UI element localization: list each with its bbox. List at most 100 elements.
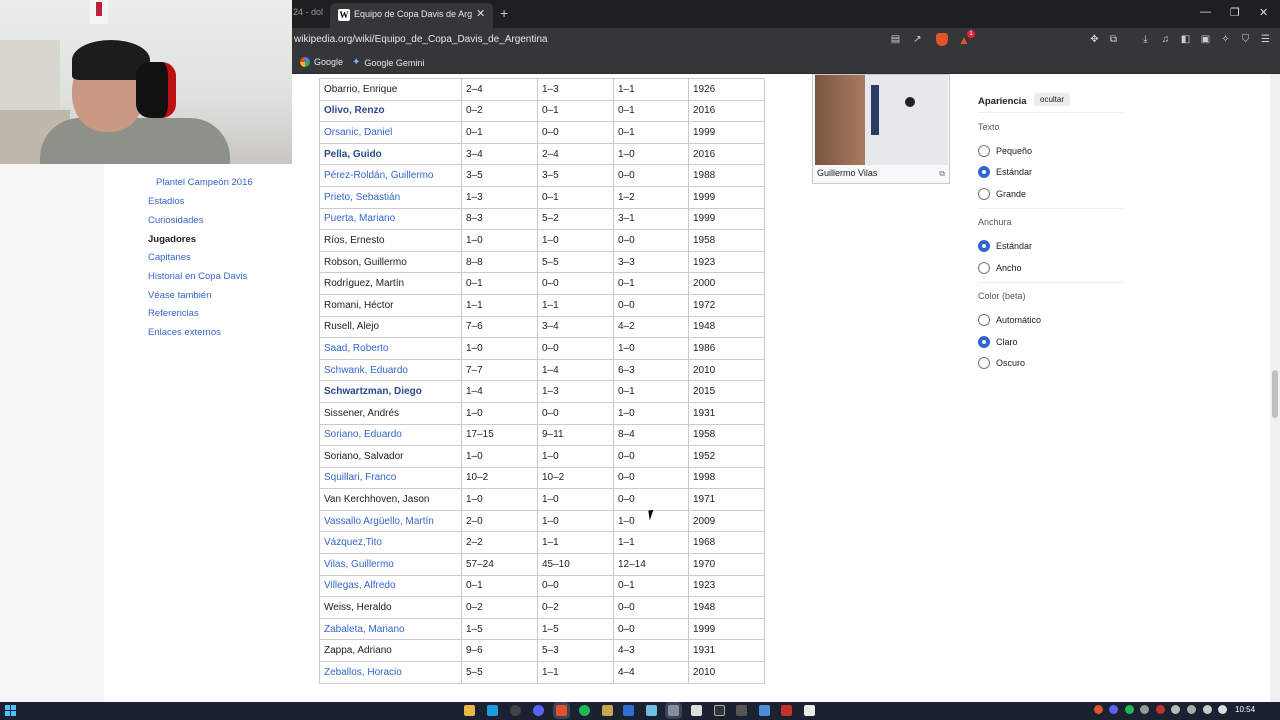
- radio-width-standard[interactable]: Estándar: [978, 240, 1032, 252]
- player-name[interactable]: Villegas, Alfredo: [324, 580, 396, 591]
- tray-discord-icon[interactable]: [1109, 705, 1118, 714]
- player-name[interactable]: Zeballos, Horacio: [324, 667, 402, 678]
- tray-icon[interactable]: [1171, 705, 1180, 714]
- tray-icon[interactable]: [1094, 705, 1103, 714]
- bookmark-google[interactable]: Google: [300, 57, 343, 67]
- toc-item[interactable]: Enlaces externos: [148, 327, 221, 338]
- maximize-icon[interactable]: ❐: [1230, 6, 1240, 19]
- player-name[interactable]: Zabaleta, Mariano: [324, 624, 405, 635]
- player-name[interactable]: Schwartzman, Diego: [324, 386, 422, 397]
- radio-text-small[interactable]: Pequeño: [978, 145, 1032, 157]
- wallet-icon[interactable]: ▣: [1199, 33, 1212, 46]
- player-name[interactable]: Schwank, Eduardo: [324, 365, 408, 376]
- vpn-icon[interactable]: ⛉: [1239, 33, 1252, 46]
- microphone-icon[interactable]: [1187, 705, 1196, 714]
- tray-icon[interactable]: [1140, 705, 1149, 714]
- radio-color-light[interactable]: Claro: [978, 336, 1018, 348]
- snipping-icon[interactable]: [691, 705, 702, 716]
- radio-label: Automático: [996, 315, 1042, 325]
- toc-item[interactable]: Historial en Copa Davis: [148, 271, 247, 282]
- enlarge-icon[interactable]: ⧉: [939, 169, 945, 179]
- player-name-cell: Saad, Roberto: [319, 337, 462, 360]
- year-cell: 2016: [688, 142, 765, 166]
- player-name[interactable]: Squillari, Franco: [324, 472, 396, 483]
- download-icon[interactable]: ⤓: [1139, 33, 1152, 46]
- player-name[interactable]: Pérez-Roldán, Guillermo: [324, 170, 434, 181]
- player-name[interactable]: Olivo, Renzo: [324, 105, 385, 116]
- radio-color-dark[interactable]: Oscuro: [978, 357, 1025, 369]
- close-icon[interactable]: ✕: [476, 7, 485, 20]
- sidebar-icon[interactable]: ◧: [1179, 33, 1192, 46]
- webcam-detail: [90, 0, 108, 24]
- obs-icon[interactable]: [510, 705, 521, 716]
- player-name[interactable]: Orsanic, Daniel: [324, 127, 392, 138]
- minimize-icon[interactable]: —: [1200, 6, 1211, 18]
- music-icon[interactable]: ♫: [1159, 33, 1172, 46]
- pinned-app-icon[interactable]: [668, 705, 679, 716]
- toc-item[interactable]: Curiosidades: [148, 215, 203, 226]
- player-name[interactable]: Prieto, Sebastián: [324, 192, 400, 203]
- url-field[interactable]: wikipedia.org/wiki/Equipo_de_Copa_Davis_…: [294, 34, 548, 45]
- file-explorer-icon[interactable]: [464, 705, 475, 716]
- discord-icon[interactable]: [533, 705, 544, 716]
- spotify-icon[interactable]: [579, 705, 590, 716]
- mail-icon[interactable]: [759, 705, 770, 716]
- table-row: Zappa, Adriano 9–6 5–3 4–3 1931: [319, 639, 765, 663]
- store-icon[interactable]: [623, 705, 634, 716]
- radio-text-standard[interactable]: Estándar: [978, 166, 1032, 178]
- leo-icon[interactable]: ✧: [1219, 33, 1232, 46]
- windows-start-icon[interactable]: [5, 705, 16, 716]
- player-name[interactable]: Soriano, Eduardo: [324, 429, 402, 440]
- notepad-icon[interactable]: [646, 705, 657, 716]
- calculator-icon[interactable]: [804, 705, 815, 716]
- plus-icon[interactable]: +: [500, 5, 508, 21]
- toc-item[interactable]: Capitanes: [148, 252, 191, 263]
- tab-previous[interactable]: 24 - dol: [293, 7, 329, 17]
- reader-icon[interactable]: ▤: [889, 33, 902, 46]
- player-name: Obarrio, Enrique: [324, 83, 398, 95]
- tray-icon[interactable]: [1156, 705, 1165, 714]
- player-name[interactable]: Pella, Guido: [324, 149, 382, 160]
- radio-width-wide[interactable]: Ancho: [978, 262, 1022, 274]
- brave-shield-icon[interactable]: [936, 33, 948, 46]
- scrollbar[interactable]: [1270, 74, 1280, 702]
- player-name: Ríos, Ernesto: [324, 234, 385, 246]
- toc-item[interactable]: Véase también: [148, 290, 211, 301]
- wifi-icon[interactable]: [1218, 705, 1227, 714]
- rewards-icon[interactable]: ▲ 1: [958, 30, 975, 47]
- edge-icon[interactable]: [487, 705, 498, 716]
- menu-icon[interactable]: ☰: [1259, 33, 1272, 46]
- player-name: Soriano, Salvador: [324, 450, 404, 462]
- terminal-icon[interactable]: [714, 705, 725, 716]
- app-red-icon[interactable]: [781, 705, 792, 716]
- toc-item[interactable]: Plantel Campeón 2016: [156, 177, 253, 188]
- player-name[interactable]: Vázquez,Tito: [324, 537, 382, 548]
- radio-color-auto[interactable]: Automático: [978, 314, 1041, 326]
- radio-text-large[interactable]: Grande: [978, 188, 1026, 200]
- toc-item-active[interactable]: Jugadores: [148, 234, 196, 245]
- extensions-icon[interactable]: ✥: [1088, 33, 1101, 46]
- close-window-icon[interactable]: ✕: [1259, 6, 1268, 19]
- tab-active[interactable]: W Equipo de Copa Davis de Argentina ✕: [330, 3, 493, 28]
- share-icon[interactable]: ↗: [911, 33, 924, 46]
- hide-button[interactable]: ocultar: [1034, 93, 1071, 106]
- toc-item[interactable]: Estadios: [148, 196, 184, 207]
- player-name[interactable]: Vassallo Argüello, Martín: [324, 516, 434, 527]
- player-photo[interactable]: [815, 75, 948, 165]
- player-name[interactable]: Saad, Roberto: [324, 343, 389, 354]
- player-name[interactable]: Puerta, Mariano: [324, 213, 395, 224]
- player-name-cell: Schwank, Eduardo: [319, 358, 462, 382]
- brave-icon[interactable]: [556, 705, 567, 716]
- toc-item[interactable]: Referencias: [148, 308, 199, 319]
- clock[interactable]: 10:54: [1235, 705, 1255, 714]
- screenshot-icon[interactable]: ⧉: [1107, 33, 1120, 46]
- player-name[interactable]: Vilas, Guillermo: [324, 559, 394, 570]
- bookmark-gemini[interactable]: ✦ Google Gemini: [352, 57, 424, 68]
- scrollbar-thumb[interactable]: [1272, 370, 1278, 418]
- table-row: Robson, Guillermo 8–8 5–5 3–3 1923: [319, 250, 765, 274]
- player-name-cell: Olivo, Renzo: [319, 99, 462, 123]
- powershell-icon[interactable]: [736, 705, 747, 716]
- app-icon[interactable]: [602, 705, 613, 716]
- tray-spotify-icon[interactable]: [1125, 705, 1134, 714]
- volume-icon[interactable]: [1203, 705, 1212, 714]
